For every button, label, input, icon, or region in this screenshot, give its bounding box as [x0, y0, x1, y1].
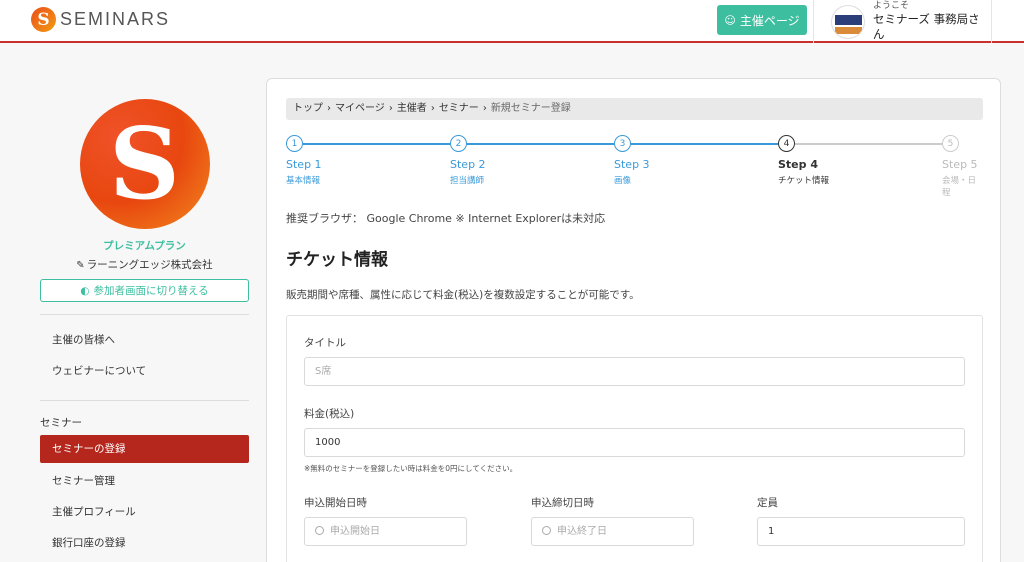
sidebar-link-for-hosts[interactable]: 主催の皆様へ — [40, 325, 249, 356]
start-date-placeholder: 申込開始日 — [330, 526, 380, 537]
step-connector — [303, 143, 450, 145]
breadcrumb-separator: › — [430, 103, 435, 114]
step-3[interactable]: 3 Step 3 画像 — [614, 135, 650, 186]
step-3-number: 3 — [614, 135, 631, 152]
step-3-title: Step 3 — [614, 158, 650, 171]
step-5-number: 5 — [942, 135, 959, 152]
host-page-label: 主催ページ — [739, 13, 800, 28]
breadcrumb-organizer[interactable]: 主催者 — [397, 103, 427, 114]
end-date-input[interactable]: 申込終了日 — [531, 517, 694, 546]
step-connector — [467, 143, 614, 145]
step-progress: 1 Step 1 基本情報 2 Step 2 担当講師 3 Step 3 画像 … — [286, 135, 983, 198]
step-1-number: 1 — [286, 135, 303, 152]
end-date-label: 申込締切日時 — [531, 497, 594, 509]
title-input[interactable]: S席 — [304, 357, 965, 386]
sidebar: S プレミアムプラン ✎ ラーニングエッジ株式会社 ◐ 参加者画面に切り替える 主… — [40, 90, 249, 559]
step-4-number: 4 — [778, 135, 795, 152]
step-2[interactable]: 2 Step 2 担当講師 — [450, 135, 486, 186]
clock-icon — [315, 526, 324, 535]
breadcrumb-mypage[interactable]: マイページ — [335, 103, 385, 114]
breadcrumb-top[interactable]: トップ — [293, 103, 323, 114]
step-1-subtitle: 基本情報 — [286, 176, 321, 186]
sidebar-link-webinar[interactable]: ウェビナーについて — [40, 356, 249, 387]
company-label: ラーニングエッジ株式会社 — [86, 259, 213, 271]
logo-icon: S — [31, 7, 56, 32]
step-2-number: 2 — [450, 135, 467, 152]
logo-text: SEMINARS — [60, 9, 171, 29]
user-icon: ☺ — [724, 13, 736, 27]
step-4: 4 Step 4 チケット情報 — [778, 135, 829, 186]
plan-label: プレミアムプラン — [103, 240, 186, 252]
toggle-icon: ◐ — [80, 284, 90, 297]
welcome-text: ようこそ — [872, 0, 909, 11]
start-date-input[interactable]: 申込開始日 — [304, 517, 467, 546]
sidebar-section-seminar: セミナー — [40, 417, 82, 429]
price-input[interactable]: 1000 — [304, 428, 965, 457]
step-1[interactable]: 1 Step 1 基本情報 — [286, 135, 322, 186]
host-page-button[interactable]: ☺ 主催ページ — [717, 5, 807, 35]
step-5: 5 Step 5 会場・日程 — [942, 135, 983, 198]
user-avatar — [831, 4, 865, 39]
edit-icon: ✎ — [76, 260, 85, 271]
capacity-input[interactable]: 1 — [757, 517, 965, 546]
ticket-form: タイトル S席 料金(税込) 1000 ※無料のセミナーを登録したい時は料金を0… — [286, 315, 983, 562]
capacity-label: 定員 — [757, 497, 778, 509]
breadcrumb-current: 新規セミナー登録 — [490, 103, 571, 114]
main-panel: トップ › マイページ › 主催者 › セミナー › 新規セミナー登録 1 Step 1 基本情… — [266, 78, 1001, 562]
organizer-avatar: S — [79, 99, 210, 229]
site-logo[interactable]: S SEMINARS — [31, 7, 170, 32]
price-label: 料金(税込) — [304, 408, 355, 420]
switch-label: 参加者画面に切り替える — [93, 285, 209, 297]
divider — [40, 400, 249, 401]
breadcrumb-separator: › — [327, 103, 331, 114]
end-date-placeholder: 申込終了日 — [557, 526, 607, 537]
browser-note: 推奨ブラウザ： Google Chrome ※ Internet Explore… — [286, 212, 606, 225]
switch-to-participant-button[interactable]: ◐ 参加者画面に切り替える — [40, 279, 249, 302]
divider — [40, 314, 249, 315]
step-5-title: Step 5 — [942, 158, 978, 171]
sidebar-item-bank-account[interactable]: 銀行口座の登録 — [40, 528, 249, 559]
breadcrumb-seminar[interactable]: セミナー — [439, 103, 479, 114]
breadcrumb-separator: › — [482, 103, 487, 114]
step-3-subtitle: 画像 — [614, 176, 632, 186]
section-title: チケット情報 — [286, 250, 388, 270]
step-4-subtitle: チケット情報 — [778, 176, 830, 186]
price-note: ※無料のセミナーを登録したい時は料金を0円にしてください。 — [304, 464, 518, 473]
step-4-title: Step 4 — [778, 158, 818, 171]
user-menu[interactable]: ようこそ セミナーズ 事務局さん — [813, 0, 992, 43]
sidebar-item-register-seminar[interactable]: セミナーの登録 — [40, 435, 249, 463]
step-connector — [631, 143, 778, 145]
breadcrumb: トップ › マイページ › 主催者 › セミナー › 新規セミナー登録 — [286, 98, 983, 120]
step-1-title: Step 1 — [286, 158, 322, 171]
step-2-title: Step 2 — [450, 158, 486, 171]
step-5-subtitle: 会場・日程 — [942, 176, 977, 198]
user-name: セミナーズ 事務局さん — [872, 12, 980, 42]
sidebar-item-manage-seminar[interactable]: セミナー管理 — [40, 466, 249, 497]
step-2-subtitle: 担当講師 — [450, 176, 485, 186]
sidebar-item-host-profile[interactable]: 主催プロフィール — [40, 497, 249, 528]
breadcrumb-separator: › — [388, 103, 393, 114]
start-date-label: 申込開始日時 — [304, 497, 367, 509]
company-name[interactable]: ✎ ラーニングエッジ株式会社 — [40, 257, 249, 272]
header: S SEMINARS ☺ 主催ページ ようこそ セミナーズ 事務局さん — [0, 0, 1024, 43]
section-description: 販売期間や席種、属性に応じて料金(税込)を複数設定することが可能です。 — [286, 289, 640, 301]
clock-icon — [542, 526, 551, 535]
title-label: タイトル — [304, 337, 346, 349]
